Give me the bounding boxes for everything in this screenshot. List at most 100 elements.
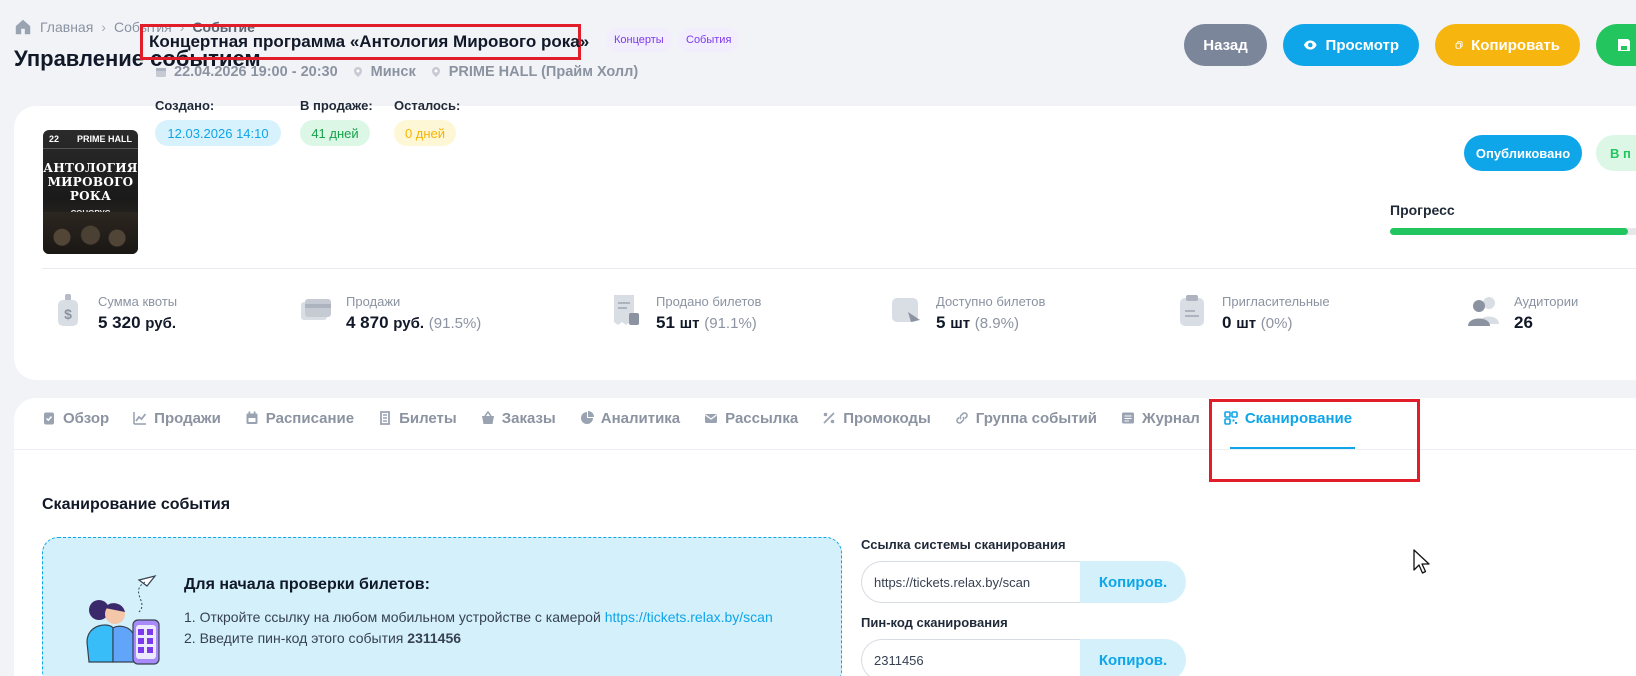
event-title-text: Концертная программа «Антология Мирового…	[149, 32, 590, 51]
event-venue-text: PRIME HALL (Прайм Холл)	[448, 64, 639, 80]
status-badge-published[interactable]: Опубликовано	[1464, 135, 1582, 171]
home-icon[interactable]	[14, 18, 32, 36]
created-label: Создано:	[155, 98, 215, 113]
basket-icon	[481, 411, 494, 424]
tab-journal-label: Журнал	[1142, 409, 1200, 427]
progress-bar	[1390, 228, 1636, 235]
view-button[interactable]: Просмотр	[1283, 24, 1419, 66]
scan-info-step1: 1. Откройте ссылку на любом мобильном ус…	[184, 609, 773, 625]
event-meta: 22.04.2026 19:00 - 20:30 Минск PRIME HAL…	[155, 64, 638, 80]
event-datetime: 22.04.2026 19:00 - 20:30	[155, 64, 338, 80]
credit-card-icon	[301, 299, 331, 320]
list-icon	[1122, 412, 1135, 424]
kpi-sales-label: Продажи	[346, 294, 401, 309]
clipboard-check-icon	[44, 412, 54, 425]
back-button[interactable]: Назад	[1184, 24, 1267, 66]
tab-analytics[interactable]: Аналитика	[580, 406, 680, 430]
scan-link[interactable]: https://tickets.relax.by/scan	[605, 609, 773, 625]
scan-link-input[interactable]	[861, 561, 1080, 603]
users-icon	[1468, 297, 1499, 326]
event-summary-card: 22 PRIME HALL АНТОЛОГИЯ МИРОВОГО РОКА СО…	[14, 106, 1636, 380]
highlight-box-scanning-tab	[1209, 399, 1420, 482]
tab-schedule[interactable]: Расписание	[245, 406, 354, 430]
kpi-audience-label: Аудитории	[1514, 294, 1579, 309]
tab-analytics-label: Аналитика	[600, 409, 681, 427]
scan-info-step2: 2. Введите пин-код этого события 2311456	[184, 630, 462, 646]
link-icon	[956, 412, 968, 424]
svg-text:$: $	[64, 306, 72, 322]
tab-overview[interactable]: Обзор	[42, 406, 109, 430]
poster-date: 22	[49, 134, 60, 144]
tag-concerts[interactable]: Концерты	[606, 28, 672, 52]
kpi-sales-value: 4 870 руб. (91.5%)	[346, 313, 482, 332]
onsale-badge: 41 дней	[300, 120, 370, 146]
poster-image	[43, 212, 138, 254]
tab-sales-label: Продажи	[154, 409, 221, 427]
event-poster[interactable]: 22 PRIME HALL АНТОЛОГИЯ МИРОВОГО РОКА СО…	[43, 130, 138, 254]
tab-tickets-label: Билеты	[399, 409, 457, 427]
scan-info-panel: Для начала проверки билетов: 1. Откройте…	[42, 537, 842, 676]
tab-promocodes[interactable]: Промокоды	[822, 406, 931, 430]
status-badge-onsale[interactable]: В п	[1596, 135, 1636, 171]
kpi-audience: Аудитории 26	[1466, 290, 1578, 333]
event-title: Концертная программа «Антология Мирового…	[140, 24, 589, 60]
save-button[interactable]	[1596, 24, 1636, 66]
left-label: Осталось:	[394, 98, 461, 113]
event-datetime-text: 22.04.2026 19:00 - 20:30	[174, 64, 338, 80]
clipboard-icon	[1180, 295, 1204, 326]
scan-pin-input[interactable]	[861, 639, 1080, 676]
kpi-quota-value: 5 320 руб.	[98, 313, 177, 332]
location-pin-icon	[353, 67, 362, 77]
kpi-sold-label: Продано билетов	[656, 294, 762, 309]
tab-sales[interactable]: Продажи	[133, 406, 221, 430]
tab-event-group-label: Группа событий	[975, 409, 1098, 427]
event-city-text: Минск	[370, 64, 416, 80]
event-city: Минск	[352, 64, 416, 80]
eye-icon	[1303, 40, 1317, 50]
receipt-icon	[614, 295, 639, 325]
progress-label: Прогресс	[1390, 202, 1455, 218]
tab-orders[interactable]: Заказы	[481, 406, 556, 430]
breadcrumb-home[interactable]: Главная	[40, 19, 93, 35]
pie-chart-icon	[580, 411, 594, 424]
divider	[42, 268, 1636, 269]
calendar-icon	[246, 411, 258, 424]
kpi-invitations: Пригласительные 0 шт (0%)	[1174, 290, 1330, 333]
scan-info-heading: Для начала проверки билетов:	[184, 576, 430, 593]
scan-illustration-icon	[86, 574, 160, 665]
onsale-label: В продаже:	[300, 98, 373, 113]
copy-button-label: Копировать	[1471, 36, 1560, 54]
poster-title-line2: МИРОВОГО РОКА	[47, 175, 134, 203]
kpi-available-label: Доступно билетов	[936, 294, 1046, 309]
scan-pin-group: Копиров.	[861, 639, 1186, 676]
back-button-label: Назад	[1203, 36, 1248, 54]
kpi-available-tickets: Доступно билетов 5 шт (8.9%)	[888, 290, 1045, 333]
kpi-audience-value: 26	[1514, 313, 1533, 332]
ticket-icon	[380, 411, 390, 425]
poster-hall: PRIME HALL	[77, 134, 132, 144]
kpi-invitations-label: Пригласительные	[1222, 294, 1330, 309]
tab-schedule-label: Расписание	[265, 409, 355, 427]
tab-event-group[interactable]: Группа событий	[955, 406, 1097, 430]
kpi-available-value: 5 шт (8.9%)	[936, 313, 1019, 332]
kpi-sold-value: 51 шт (91.1%)	[656, 313, 757, 332]
tab-journal[interactable]: Журнал	[1121, 406, 1200, 430]
envelope-icon	[705, 414, 718, 423]
tag-events[interactable]: События	[678, 28, 740, 52]
tab-mailing-label: Рассылка	[725, 409, 799, 427]
ticket-icon	[892, 298, 920, 322]
kpi-sales: Продажи 4 870 руб. (91.5%)	[298, 290, 481, 333]
event-venue: PRIME HALL (Прайм Холл)	[430, 64, 638, 80]
tab-mailing[interactable]: Рассылка	[704, 406, 798, 430]
poster-title-line1: АНТОЛОГИЯ	[43, 161, 138, 175]
top-actions: Назад Просмотр Копировать	[1184, 24, 1636, 66]
tab-orders-label: Заказы	[501, 409, 556, 427]
copy-icon	[1455, 41, 1463, 49]
scan-link-group: Копиров.	[861, 561, 1186, 603]
copy-link-button[interactable]: Копиров.	[1080, 561, 1186, 603]
tab-bar: Обзор Продажи Расписание Билеты Заказы А…	[42, 406, 1376, 450]
tab-tickets[interactable]: Билеты	[378, 406, 457, 430]
copy-button[interactable]: Копировать	[1435, 24, 1580, 66]
mouse-cursor-icon	[1413, 549, 1430, 574]
copy-pin-button[interactable]: Копиров.	[1080, 639, 1186, 676]
